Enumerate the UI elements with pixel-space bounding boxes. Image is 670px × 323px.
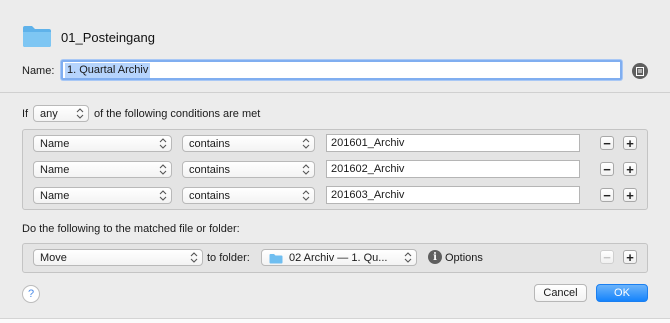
to-folder-label: to folder: [207,252,250,264]
conditions-label: of the following conditions are met [94,108,261,120]
condition-field-popup[interactable]: Name [33,135,172,152]
updown-arrows-icon [76,108,84,119]
remove-condition-button[interactable]: − [600,162,614,176]
cancel-button[interactable]: Cancel [534,284,587,302]
remove-condition-button[interactable]: − [600,136,614,150]
updown-arrows-icon [159,164,167,175]
action-verb-popup[interactable]: Move [33,249,203,266]
condition-operator-popup[interactable]: contains [182,161,315,178]
window-bottom-edge [0,318,670,323]
add-condition-button[interactable]: + [623,162,637,176]
remove-action-button[interactable]: − [600,250,614,264]
target-folder-popup[interactable]: 02 Archiv — 1. Qu... [261,249,417,266]
condition-operator-value: contains [189,164,230,176]
condition-value-input[interactable]: 201601_Archiv [326,134,580,152]
match-mode-value: any [40,108,58,120]
updown-arrows-icon [404,252,412,263]
updown-arrows-icon [302,190,310,201]
updown-arrows-icon [190,252,198,263]
rule-info-button[interactable] [632,63,648,79]
remove-condition-button[interactable]: − [600,188,614,202]
updown-arrows-icon [302,164,310,175]
condition-field-popup[interactable]: Name [33,187,172,204]
help-button[interactable]: ? [22,285,40,303]
condition-field-popup[interactable]: Name [33,161,172,178]
condition-value-input[interactable]: 201602_Archiv [326,160,580,178]
condition-operator-popup[interactable]: contains [182,187,315,204]
action-label: Do the following to the matched file or … [22,223,240,235]
folder-name: 01_Posteingang [61,30,155,45]
rule-name-value: 1. Quartal Archiv [65,63,151,78]
condition-field-value: Name [40,164,70,176]
document-icon [636,66,644,76]
updown-arrows-icon [302,138,310,149]
divider [0,92,670,93]
updown-arrows-icon [159,138,167,149]
rule-name-input[interactable]: 1. Quartal Archiv [61,60,622,80]
if-label: If [22,108,29,120]
condition-field-value: Name [40,138,70,150]
add-action-button[interactable]: + [623,250,637,264]
name-label: Name: [22,65,55,77]
folder-icon [23,26,51,47]
updown-arrows-icon [159,190,167,201]
add-condition-button[interactable]: + [623,188,637,202]
match-mode-popup[interactable]: any [33,105,89,122]
condition-operator-value: contains [189,190,230,202]
action-verb-value: Move [40,252,67,264]
ok-button[interactable]: OK [596,284,648,302]
info-icon[interactable]: i [428,250,442,264]
add-condition-button[interactable]: + [623,136,637,150]
condition-operator-value: contains [189,138,230,150]
options-link[interactable]: Options [445,252,483,264]
folder-icon [269,254,283,264]
target-folder-value: 02 Archiv — 1. Qu... [289,252,388,264]
condition-operator-popup[interactable]: contains [182,135,315,152]
condition-field-value: Name [40,190,70,202]
condition-value-input[interactable]: 201603_Archiv [326,186,580,204]
